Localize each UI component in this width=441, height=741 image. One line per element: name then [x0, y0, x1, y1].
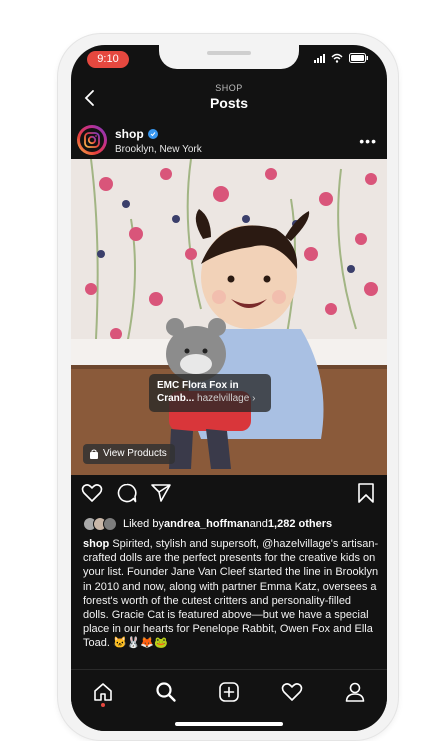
profile-icon: [345, 682, 365, 702]
post-caption: shop Spirited, stylish and supersoft, @h…: [83, 537, 379, 651]
view-products-button[interactable]: View Products: [83, 444, 175, 464]
comment-icon[interactable]: [116, 483, 138, 503]
product-tag-name-line1: EMC Flora Fox in: [157, 380, 239, 391]
caption-text: Spirited, stylish and supersoft, @hazelv…: [83, 538, 379, 650]
battery-icon: [349, 53, 368, 63]
wifi-icon: [331, 53, 343, 63]
post-header: shop Brooklyn, New York •••: [71, 121, 387, 159]
page-title: Posts: [209, 95, 249, 111]
view-products-label: View Products: [103, 448, 167, 459]
product-tag-name-line2: Cranb... hazelvillage ›: [157, 393, 263, 404]
page-header: SHOP Posts: [71, 81, 387, 121]
likes-prefix: Liked by: [123, 518, 164, 530]
account-name[interactable]: shop: [115, 127, 144, 141]
status-icons: [314, 53, 369, 63]
back-arrow-icon[interactable]: [83, 89, 97, 107]
home-active-dot: [101, 703, 105, 707]
activity-icon: [281, 683, 303, 701]
account-info: shop Brooklyn, New York: [115, 127, 202, 155]
post-location[interactable]: Brooklyn, New York: [115, 144, 202, 155]
likes-count[interactable]: 1,282 others: [268, 518, 332, 530]
avatar[interactable]: [77, 125, 107, 155]
shopping-bag-icon: [90, 449, 98, 459]
caption-author[interactable]: shop: [83, 538, 109, 550]
nav-search[interactable]: [152, 678, 180, 706]
send-icon[interactable]: [150, 483, 172, 503]
photo-illustration: [71, 159, 387, 475]
bottom-navigation: [71, 669, 387, 731]
nav-activity[interactable]: [278, 678, 306, 706]
heart-icon[interactable]: [81, 483, 103, 503]
bookmark-icon[interactable]: [357, 483, 375, 503]
product-tag[interactable]: EMC Flora Fox in Cranb... hazelvillage ›: [149, 374, 271, 412]
home-indicator[interactable]: [175, 722, 283, 726]
status-time: 9:10: [87, 51, 129, 68]
chevron-right-icon: ›: [252, 393, 256, 404]
nav-add[interactable]: [215, 678, 243, 706]
liker-avatars: [83, 517, 117, 531]
post-image[interactable]: EMC Flora Fox in Cranb... hazelvillage ›…: [71, 159, 387, 475]
likes-row[interactable]: Liked by andrea_hoffman and 1,282 others: [83, 517, 332, 531]
more-options-icon[interactable]: •••: [359, 133, 377, 149]
instagram-logo-icon: [84, 132, 100, 148]
product-tag-name-line2-text: Cranb...: [157, 393, 195, 404]
add-post-icon: [219, 682, 239, 702]
notch: [159, 45, 299, 69]
phone-screen: 9:10 SHOP Posts shop Brooklyn, New York …: [71, 45, 387, 731]
product-tag-brand: hazelvillage: [197, 393, 250, 404]
search-icon: [156, 682, 176, 702]
signal-icon: [314, 53, 325, 63]
nav-profile[interactable]: [341, 678, 369, 706]
nav-home[interactable]: [89, 678, 117, 706]
post-actions: [71, 481, 387, 507]
likes-user[interactable]: andrea_hoffman: [164, 518, 250, 530]
likes-middle: and: [249, 518, 268, 530]
verified-badge-icon: [147, 129, 158, 139]
header-subtitle: SHOP: [215, 83, 243, 93]
account-name-row[interactable]: shop: [115, 127, 202, 141]
home-icon: [94, 683, 112, 701]
